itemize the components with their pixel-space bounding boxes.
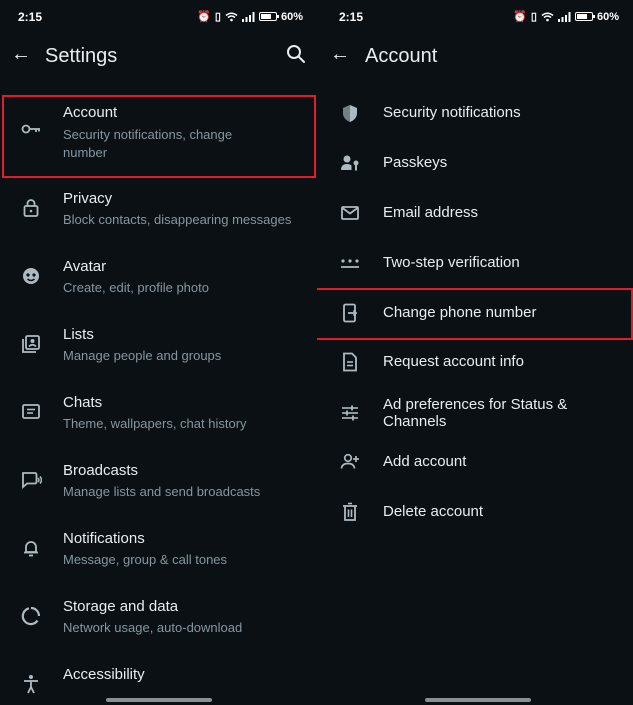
settings-item-storage[interactable]: Storage and data Network usage, auto-dow… <box>0 594 317 650</box>
settings-item-subtitle: Create, edit, profile photo <box>63 280 209 295</box>
settings-item-subtitle: Message, group & call tones <box>63 552 228 567</box>
settings-item-lists[interactable]: Lists Manage people and groups <box>0 322 317 378</box>
add-person-icon <box>339 451 361 473</box>
search-icon[interactable] <box>285 43 307 65</box>
account-item-add-account[interactable]: Add account <box>317 442 633 482</box>
shield-icon <box>339 102 361 124</box>
battery-icon <box>574 12 595 21</box>
page-title: Settings <box>45 45 118 67</box>
account-item-security-notifications[interactable]: Security notifications <box>317 93 633 133</box>
account-screen: 2:15 ⏰ ▯ 60% ← Account Security notifica… <box>317 0 633 705</box>
lock-icon <box>20 197 42 219</box>
settings-item-label: Avatar <box>63 258 107 275</box>
account-item-delete-account[interactable]: Delete account <box>317 492 633 532</box>
settings-item-label: Storage and data <box>63 598 179 615</box>
settings-item-label: Notifications <box>63 530 145 547</box>
highlight-box <box>317 288 633 340</box>
account-item-two-step[interactable]: Two-step verification <box>317 243 633 283</box>
back-arrow-icon[interactable]: ← <box>329 43 351 65</box>
mail-icon <box>339 202 361 224</box>
settings-item-subtitle: Manage people and groups <box>63 348 222 363</box>
account-item-email[interactable]: Email address <box>317 193 633 233</box>
vibrate-icon: ▯ <box>530 11 537 23</box>
document-icon <box>339 351 361 373</box>
settings-item-label: Accessibility <box>63 666 145 683</box>
settings-item-subtitle: Manage lists and send broadcasts <box>63 484 261 499</box>
account-item-label: Ad preferences for Status & Channels <box>383 396 568 430</box>
settings-item-subtitle: Network usage, auto-download <box>63 620 243 635</box>
battery-icon <box>258 12 279 21</box>
account-item-label: Add account <box>383 453 467 470</box>
battery-percent: 60% <box>596 10 619 23</box>
settings-item-privacy[interactable]: Privacy Block contacts, disappearing mes… <box>0 186 317 242</box>
settings-item-chats[interactable]: Chats Theme, wallpapers, chat history <box>0 390 317 446</box>
settings-item-label: Lists <box>63 326 94 343</box>
dots-icon <box>339 252 361 274</box>
settings-item-label: Privacy <box>63 190 113 207</box>
back-arrow-icon[interactable]: ← <box>10 43 32 65</box>
storage-icon <box>20 605 42 627</box>
signal-icon <box>557 11 571 22</box>
signal-icon <box>241 11 255 22</box>
highlight-box <box>2 95 316 178</box>
settings-screen: 2:15 ⏰ ▯ 60% ← Settings Account Security… <box>0 0 317 705</box>
alarm-icon: ⏰ <box>513 11 527 23</box>
alarm-icon: ⏰ <box>197 11 211 23</box>
settings-item-label: Broadcasts <box>63 462 139 479</box>
account-item-label: Two-step verification <box>383 254 520 271</box>
bell-icon <box>20 537 42 559</box>
account-item-passkeys[interactable]: Passkeys <box>317 143 633 183</box>
sliders-icon <box>339 402 361 424</box>
account-item-label: Delete account <box>383 503 484 520</box>
status-bar: 2:15 ⏰ ▯ 60% <box>0 0 317 34</box>
gesture-bar[interactable] <box>425 698 531 702</box>
accessibility-icon <box>20 673 42 695</box>
wifi-icon <box>541 12 554 22</box>
status-icons: ⏰ ▯ 60% <box>513 10 619 24</box>
battery-percent: 60% <box>280 10 303 23</box>
app-bar: ← Settings <box>0 34 317 80</box>
chat-icon <box>20 401 42 423</box>
broadcast-icon <box>20 469 42 491</box>
account-item-label: Security notifications <box>383 104 521 121</box>
wifi-icon <box>225 12 238 22</box>
settings-item-subtitle: Theme, wallpapers, chat history <box>63 416 247 431</box>
status-icons: ⏰ ▯ 60% <box>197 10 303 24</box>
settings-item-avatar[interactable]: Avatar Create, edit, profile photo <box>0 254 317 310</box>
account-item-ad-preferences[interactable]: Ad preferences for Status & Channels <box>317 390 633 438</box>
status-time: 2:15 <box>18 10 43 24</box>
trash-icon <box>339 501 361 523</box>
settings-item-notifications[interactable]: Notifications Message, group & call tone… <box>0 526 317 582</box>
status-time: 2:15 <box>339 10 364 24</box>
settings-item-subtitle: Block contacts, disappearing messages <box>63 212 292 227</box>
account-item-request-info[interactable]: Request account info <box>317 342 633 382</box>
avatar-face-icon <box>20 265 42 287</box>
gesture-bar[interactable] <box>106 698 212 702</box>
account-item-label: Request account info <box>383 353 524 370</box>
settings-item-label: Chats <box>63 394 103 411</box>
passkey-icon <box>339 152 361 174</box>
settings-item-broadcasts[interactable]: Broadcasts Manage lists and send broadca… <box>0 458 317 514</box>
status-bar: 2:15 ⏰ ▯ 60% <box>317 0 633 34</box>
app-bar: ← Account <box>317 34 633 80</box>
lists-icon <box>20 333 42 355</box>
account-item-label: Email address <box>383 204 479 221</box>
page-title: Account <box>365 45 438 67</box>
account-item-label: Passkeys <box>383 154 448 171</box>
vibrate-icon: ▯ <box>214 11 221 23</box>
